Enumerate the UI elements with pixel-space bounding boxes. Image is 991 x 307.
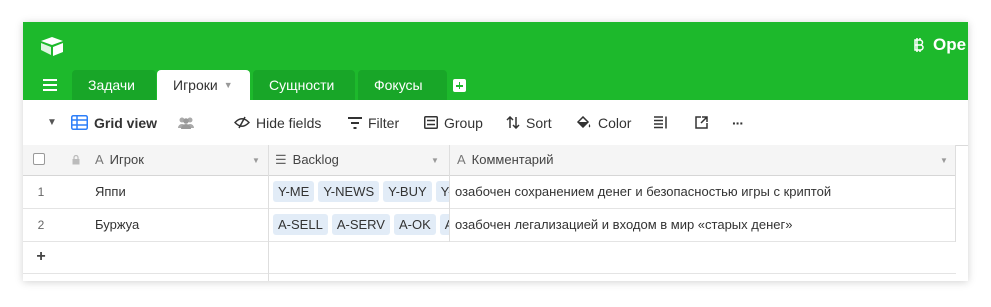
- bitcoin-icon: [914, 38, 924, 52]
- base-title-text: Оре: [933, 35, 967, 54]
- grid-view-icon: [71, 115, 88, 130]
- text-field-icon: A: [95, 152, 104, 167]
- collapse-sidebar-button[interactable]: ▼: [47, 100, 57, 145]
- lock-icon: [72, 155, 80, 165]
- airtable-logo-icon[interactable]: [39, 36, 65, 56]
- external-link-icon: [695, 116, 708, 129]
- column-divider: [268, 145, 269, 281]
- table-row[interactable]: 1 Яппи Y-MEY-NEWSY-BUYY- озабочен сохран…: [23, 176, 956, 209]
- linked-record-pill[interactable]: Y-BUY: [383, 181, 432, 202]
- tab-zadachi[interactable]: Задачи: [72, 70, 156, 100]
- add-row[interactable]: +: [23, 242, 956, 274]
- linked-records-icon: ☰: [275, 152, 287, 167]
- collaborators-button[interactable]: [177, 100, 201, 145]
- view-switcher[interactable]: Grid view: [71, 100, 157, 145]
- eye-slash-icon: [234, 116, 250, 129]
- linked-record-pill[interactable]: Y-: [435, 181, 449, 202]
- sort-label: Sort: [526, 114, 552, 131]
- cell-player[interactable]: Яппи: [95, 176, 265, 208]
- cell-backlog[interactable]: Y-MEY-NEWSY-BUYY-: [273, 181, 449, 202]
- column-divider: [955, 145, 956, 242]
- more-icon: ···: [732, 114, 744, 131]
- paint-bucket-icon: [576, 115, 591, 128]
- column-name: Игрок: [109, 152, 144, 167]
- sort-button[interactable]: Sort: [506, 100, 552, 145]
- column-header-backlog[interactable]: ☰ Backlog: [275, 145, 445, 175]
- view-name: Grid view: [94, 114, 158, 131]
- people-icon: [178, 117, 194, 129]
- view-toolbar: ▼ Grid view Hide fields Filter Group Sor…: [23, 100, 968, 146]
- group-icon: [424, 116, 438, 129]
- row-number: 2: [37, 218, 45, 232]
- row-height-icon: [654, 116, 667, 129]
- table-row[interactable]: 2 Буржуа A-SELLA-SERVA-OKA озабочен лега…: [23, 209, 956, 242]
- linked-record-pill[interactable]: Y-ME: [273, 181, 315, 202]
- add-table-icon[interactable]: [453, 79, 466, 92]
- column-name: Backlog: [292, 152, 339, 167]
- column-header-igrok[interactable]: A Игрок: [95, 145, 260, 175]
- column-menu-chevron-icon[interactable]: ▼: [940, 156, 948, 165]
- cell-backlog[interactable]: A-SELLA-SERVA-OKA: [273, 214, 449, 235]
- cell-comment[interactable]: озабочен легализацией и входом в мир «ст…: [455, 209, 955, 241]
- app-window: Оре Задачи Игроки ▼ Сущности Фокусы ▼ Gri…: [23, 22, 968, 281]
- tab-label: Сущности: [269, 77, 335, 93]
- more-options-button[interactable]: ···: [732, 100, 744, 145]
- hide-fields-button[interactable]: Hide fields: [234, 100, 321, 145]
- row-height-button[interactable]: [654, 100, 674, 145]
- base-title[interactable]: Оре: [913, 35, 966, 55]
- linked-record-pill[interactable]: Y-NEWS: [318, 181, 380, 202]
- text-field-icon: A: [457, 152, 466, 167]
- filter-button[interactable]: Filter: [348, 100, 399, 145]
- filter-label: Filter: [368, 114, 400, 131]
- column-divider: [449, 145, 450, 242]
- linked-record-pill[interactable]: A-SELL: [273, 214, 328, 235]
- table-tab-bar: Задачи Игроки ▼ Сущности Фокусы: [23, 70, 968, 100]
- sort-icon: [506, 116, 520, 129]
- chevron-down-icon[interactable]: ▼: [224, 80, 233, 90]
- tab-label: Фокусы: [374, 77, 423, 93]
- top-bar: Оре: [23, 22, 968, 70]
- tab-label: Игроки: [173, 77, 218, 93]
- tab-fokusy[interactable]: Фокусы: [358, 70, 447, 100]
- records-grid: A Игрок ▼ ☰ Backlog ▼ A Комментарий ▼ 1 Япп…: [23, 145, 968, 281]
- filter-icon: [348, 116, 362, 129]
- linked-record-pill[interactable]: A-OK: [393, 214, 436, 235]
- color-label: Color: [598, 114, 632, 131]
- column-menu-chevron-icon[interactable]: ▼: [252, 156, 260, 165]
- select-all-checkbox[interactable]: [33, 153, 45, 165]
- linked-record-pill[interactable]: A-SERV: [331, 214, 390, 235]
- grid-header: A Игрок ▼ ☰ Backlog ▼ A Комментарий ▼: [23, 145, 956, 176]
- cell-comment[interactable]: озабочен сохранением денег и безопасност…: [455, 176, 955, 208]
- color-button[interactable]: Color: [576, 100, 631, 145]
- linked-record-pill[interactable]: A: [439, 214, 449, 235]
- add-row-plus-icon[interactable]: +: [23, 242, 59, 272]
- tab-label: Задачи: [88, 77, 136, 93]
- column-name: Комментарий: [471, 152, 554, 167]
- row-number: 1: [37, 185, 45, 199]
- column-menu-chevron-icon[interactable]: ▼: [431, 156, 439, 165]
- group-label: Group: [444, 114, 483, 131]
- column-header-kommentariy[interactable]: A Комментарий: [457, 145, 757, 175]
- caret-down-icon: ▼: [47, 117, 57, 128]
- group-button[interactable]: Group: [424, 100, 483, 145]
- hamburger-menu-icon[interactable]: [43, 79, 57, 91]
- tab-sushchnosti[interactable]: Сущности: [253, 70, 355, 100]
- hide-fields-label: Hide fields: [256, 114, 322, 131]
- cell-player[interactable]: Буржуа: [95, 209, 265, 241]
- tab-igroki[interactable]: Игроки ▼: [157, 70, 250, 100]
- share-view-button[interactable]: [695, 100, 714, 145]
